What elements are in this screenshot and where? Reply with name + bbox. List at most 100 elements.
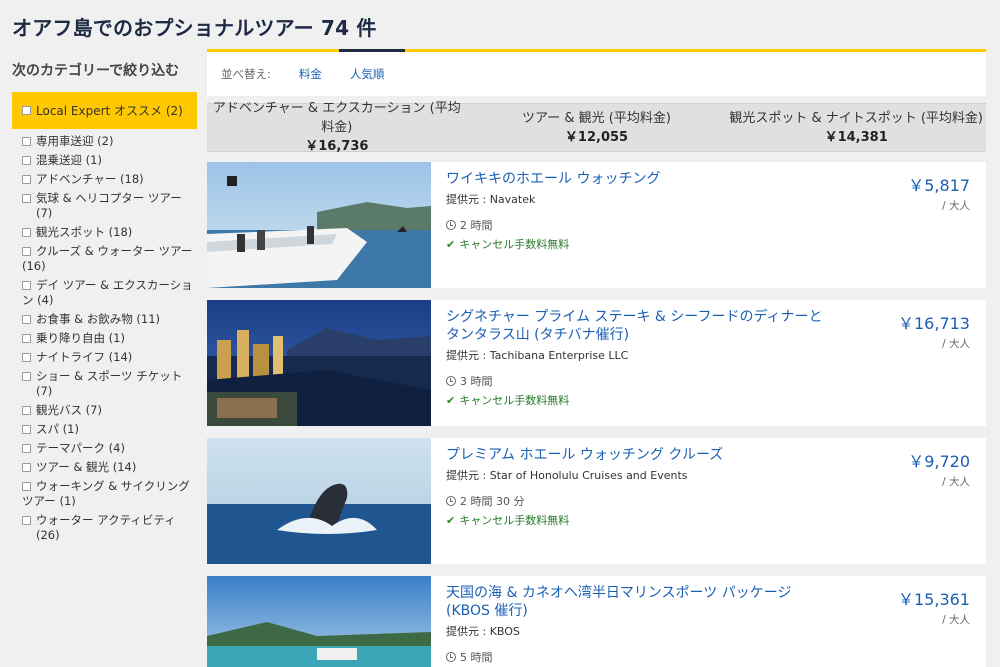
category-label: スパ (1) <box>36 422 79 436</box>
category-item[interactable]: お食事 & お飲み物 (11) <box>12 312 197 327</box>
category-label: クルーズ & ウォーター ツアー (16) <box>22 244 193 273</box>
checkbox-icon[interactable] <box>22 334 31 343</box>
category-label: ウォーキング & サイクリング ツアー (1) <box>22 479 190 508</box>
average-label: ツアー & 観光 (平均料金) <box>522 110 671 126</box>
tour-card[interactable]: シグネチャー プライム ステーキ & シーフードのディナーとタンタラス山 (タチ… <box>207 300 986 426</box>
average-sights: 観光スポット & ナイトスポット (平均料金) ￥14,381 <box>726 109 986 147</box>
category-item[interactable]: テーマパーク (4) <box>12 441 197 456</box>
checkmark-icon: ✔ <box>446 513 456 527</box>
tour-duration: 2 時間 30 分 <box>446 493 826 509</box>
tour-duration: 5 時間 <box>446 649 826 665</box>
category-label: テーマパーク (4) <box>36 441 125 455</box>
sort-bar: 並べ替え: 料金 人気順 <box>207 49 986 96</box>
tour-info: 天国の海 & カネオヘ湾半日マリンスポーツ パッケージ (KBOS 催行) 提供… <box>446 584 826 665</box>
checkbox-icon[interactable] <box>22 137 31 146</box>
category-filter-sidebar: 次のカテゴリーで絞り込む Local Expert オススメ (2) 専用車送迎… <box>12 58 197 547</box>
price-unit: / 大人 <box>942 338 970 350</box>
checkbox-icon[interactable] <box>22 247 31 256</box>
checkbox-icon[interactable] <box>22 406 31 415</box>
tour-price: ￥15,361 / 大人 <box>898 586 970 627</box>
sort-by-price[interactable]: 料金 <box>299 52 322 96</box>
tour-duration: 2 時間 <box>446 217 826 233</box>
tour-price: ￥16,713 / 大人 <box>898 310 970 351</box>
tour-price: ￥9,720 / 大人 <box>908 448 970 489</box>
tour-provider: 提供元 : Star of Honolulu Cruises and Event… <box>446 469 688 482</box>
tour-card[interactable]: 天国の海 & カネオヘ湾半日マリンスポーツ パッケージ (KBOS 催行) 提供… <box>207 576 986 667</box>
category-item[interactable]: 混乗送迎 (1) <box>12 153 197 168</box>
tour-photo-whale-boat[interactable] <box>207 162 431 288</box>
category-label: 乗り降り自由 (1) <box>36 331 125 345</box>
average-price: ￥14,381 <box>824 129 888 145</box>
category-item[interactable]: ウォーキング & サイクリング ツアー (1) <box>12 479 197 509</box>
tour-photo-kaneohe-bay[interactable] <box>207 576 431 667</box>
category-item[interactable]: アドベンチャー (18) <box>12 172 197 187</box>
tour-photo-breaching-whale[interactable] <box>207 438 431 564</box>
checkbox-icon[interactable] <box>22 425 31 434</box>
category-item[interactable]: クルーズ & ウォーター ツアー (16) <box>12 244 197 274</box>
category-item[interactable]: ショー & スポーツ チケット (7) <box>12 369 197 399</box>
checkbox-icon[interactable] <box>22 444 31 453</box>
checkbox-icon[interactable] <box>22 463 31 472</box>
checkmark-icon: ✔ <box>446 393 456 407</box>
checkbox-icon[interactable] <box>22 281 31 290</box>
checkbox-icon[interactable] <box>22 175 31 184</box>
average-adventure: アドベンチャー & エクスカーション (平均料金) ￥16,736 <box>207 99 467 156</box>
category-item[interactable]: 気球 & ヘリコプター ツアー (7) <box>12 191 197 221</box>
average-tours: ツアー & 観光 (平均料金) ￥12,055 <box>467 109 727 147</box>
tour-title[interactable]: ワイキキのホエール ウォッチング <box>446 170 826 188</box>
tour-info: シグネチャー プライム ステーキ & シーフードのディナーとタンタラス山 (タチ… <box>446 308 826 408</box>
category-label: 専用車送迎 (2) <box>36 134 114 148</box>
filter-heading: 次のカテゴリーで絞り込む <box>12 63 180 79</box>
price-unit: / 大人 <box>942 200 970 212</box>
category-label: お食事 & お飲み物 (11) <box>36 312 161 326</box>
sort-by-popularity[interactable]: 人気順 <box>350 52 385 96</box>
average-price-bar: アドベンチャー & エクスカーション (平均料金) ￥16,736 ツアー & … <box>207 101 986 154</box>
duration-text: 5 時間 <box>460 651 493 664</box>
category-item[interactable]: デイ ツアー & エクスカーション (4) <box>12 278 197 308</box>
tour-provider: 提供元 : KBOS <box>446 625 520 638</box>
checkbox-icon[interactable] <box>22 194 31 203</box>
tour-title[interactable]: プレミアム ホエール ウォッチング クルーズ <box>446 446 826 464</box>
filter-local-expert[interactable]: Local Expert オススメ (2) <box>12 92 197 129</box>
tour-title[interactable]: シグネチャー プライム ステーキ & シーフードのディナーとタンタラス山 (タチ… <box>446 308 826 344</box>
checkbox-icon[interactable] <box>22 516 31 525</box>
category-label: アドベンチャー (18) <box>36 172 144 186</box>
checkbox-icon[interactable] <box>22 353 31 362</box>
category-item[interactable]: スパ (1) <box>12 422 197 437</box>
page-title: オアフ島でのおプショナルツアー 74 件 <box>12 16 377 40</box>
clock-icon <box>446 652 456 662</box>
tour-provider: 提供元 : Tachibana Enterprise LLC <box>446 349 629 362</box>
checkbox-icon[interactable] <box>22 315 31 324</box>
free-cancellation: ✔ キャンセル手数料無料 <box>446 512 826 528</box>
category-item[interactable]: 乗り降り自由 (1) <box>12 331 197 346</box>
category-item[interactable]: 専用車送迎 (2) <box>12 134 197 149</box>
category-item[interactable]: 観光スポット (18) <box>12 225 197 240</box>
checkbox-icon[interactable] <box>22 156 31 165</box>
category-label: 気球 & ヘリコプター ツアー (7) <box>36 191 182 220</box>
category-item[interactable]: ツアー & 観光 (14) <box>12 460 197 475</box>
price-amount: ￥9,720 <box>908 452 970 471</box>
checkbox-icon[interactable] <box>22 106 31 115</box>
checkbox-icon[interactable] <box>22 228 31 237</box>
tour-card[interactable]: プレミアム ホエール ウォッチング クルーズ 提供元 : Star of Hon… <box>207 438 986 564</box>
free-cancellation: ✔ キャンセル手数料無料 <box>446 392 826 408</box>
average-price: ￥16,736 <box>305 139 369 154</box>
tour-card[interactable]: ワイキキのホエール ウォッチング 提供元 : Navatek 2 時間 ✔ キャン… <box>207 162 986 288</box>
checkbox-icon[interactable] <box>22 482 31 491</box>
checkmark-icon: ✔ <box>446 237 456 251</box>
duration-text: 2 時間 <box>460 219 493 232</box>
category-label: ショー & スポーツ チケット (7) <box>36 369 183 398</box>
tour-price: ￥5,817 / 大人 <box>908 172 970 213</box>
checkbox-icon[interactable] <box>22 372 31 381</box>
tour-provider: 提供元 : Navatek <box>446 193 536 206</box>
category-item[interactable]: ウォーター アクティビティ (26) <box>12 513 197 543</box>
category-item[interactable]: 観光バス (7) <box>12 403 197 418</box>
category-item[interactable]: ナイトライフ (14) <box>12 350 197 365</box>
tour-photo-night-city[interactable] <box>207 300 431 426</box>
clock-icon <box>446 496 456 506</box>
duration-text: 3 時間 <box>460 375 493 388</box>
tour-title[interactable]: 天国の海 & カネオヘ湾半日マリンスポーツ パッケージ (KBOS 催行) <box>446 584 826 620</box>
average-label: アドベンチャー & エクスカーション (平均料金) <box>212 101 461 135</box>
cancel-text: キャンセル手数料無料 <box>459 394 570 407</box>
category-label: 観光バス (7) <box>36 403 102 417</box>
